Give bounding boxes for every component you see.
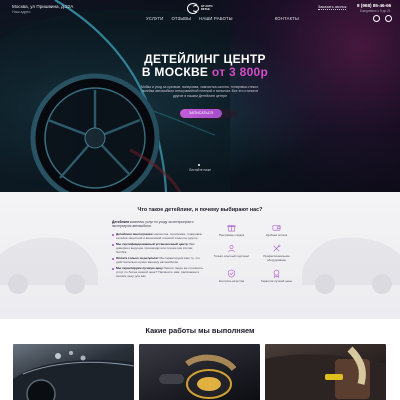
- gift-icon: [227, 225, 236, 232]
- address-caption: Наш адрес: [12, 9, 31, 14]
- feature-label: Только опытный персонал: [213, 254, 250, 259]
- feature-quality: Контроль качества: [209, 269, 254, 283]
- list-item: Мы сертифицированный установочный центр …: [112, 242, 204, 255]
- list-item: Оплата только за результат Мы гарантируе…: [112, 256, 204, 265]
- wallet-icon: [272, 224, 281, 231]
- feature-label: Профессиональное оборудование: [263, 254, 290, 262]
- feature-discounts: Программы скидок: [209, 223, 254, 237]
- address-text: Москва, ул Пришвина, д.22А: [12, 4, 74, 9]
- feature-label: Программы скидок: [218, 233, 245, 237]
- feature-staff: Только опытный персонал: [209, 244, 254, 262]
- logo-text: GT AUTO DETAIL: [201, 5, 213, 11]
- hero-section: Москва, ул Пришвина, д.22А Наш адрес УСЛ…: [0, 0, 400, 192]
- car-wash-image: [13, 351, 134, 400]
- badge-icon: [273, 270, 280, 278]
- reasons-list: Детейлинг многогранен химчистка, полиров…: [112, 232, 204, 281]
- working-hours: Ежедневно с 9 до 21: [360, 9, 391, 13]
- nav-item-reviews[interactable]: ОТЗЫВЫ: [171, 16, 191, 21]
- why-us-title: Что такое детейлинг, и почему выбирают н…: [137, 207, 263, 213]
- why-us-section: Что такое детейлинг, и почему выбирают н…: [0, 192, 400, 319]
- list-item: Детейлинг многогранен химчистка, полиров…: [112, 232, 204, 241]
- bullet-icon: [112, 234, 114, 237]
- signup-button[interactable]: ЗАПИСАТЬСЯ: [180, 109, 222, 118]
- feature-best-price: Гарантия лучшей цены: [254, 269, 299, 283]
- background-car-left-image: [0, 237, 98, 294]
- phone-number[interactable]: 8 (968) 85-46-66: [357, 3, 391, 8]
- bullet-icon: [112, 258, 114, 260]
- nav-item-works[interactable]: НАШИ РАБОТЫ: [199, 16, 233, 21]
- hero-title: ДЕТЕЙЛИНГ ЦЕНТР В МОСКВЕ от 3 800р: [130, 53, 280, 79]
- hero-description: Мойка и уход за кузовом, полировка, химч…: [140, 85, 260, 98]
- polishing-image: [159, 354, 237, 399]
- list-item: Мы гарантируем лучшую цену Нашли такую ж…: [112, 266, 204, 279]
- feature-payment: Удобная оплата: [254, 223, 299, 237]
- features-grid: Программы скидок Удобная оплата Только о…: [209, 223, 299, 284]
- feature-equipment: Профессиональное оборудование: [254, 244, 299, 262]
- hero-price: от 3 800р: [211, 65, 269, 79]
- shield-icon: [228, 269, 235, 278]
- hero-title-line1: ДЕТЕЙЛИНГ ЦЕНТР: [144, 52, 266, 66]
- top-bar: Москва, ул Пришвина, д.22А Наш адрес УСЛ…: [0, 0, 400, 26]
- nav-item-contacts[interactable]: КОНТАКТЫ: [275, 16, 299, 21]
- address-block: Москва, ул Пришвина, д.22А Наш адрес: [12, 4, 73, 15]
- hero-title-line2: В МОСКВЕ: [141, 65, 209, 79]
- works-section: Какие работы мы выполняем: [0, 319, 400, 400]
- bullet-icon: [112, 244, 114, 247]
- work-photo-polishing[interactable]: [139, 344, 260, 400]
- work-photo-interior[interactable]: [265, 344, 386, 400]
- work-photo-wash[interactable]: [13, 344, 134, 400]
- whatsapp-icon[interactable]: [373, 15, 380, 22]
- feature-label: Удобная оплата: [265, 233, 288, 237]
- feature-label: Контроль качества: [218, 279, 245, 284]
- feature-label: Гарантия лучшей цены: [260, 279, 293, 284]
- works-title: Какие работы мы выполняем: [145, 326, 255, 335]
- background-car-right-image: [302, 237, 400, 294]
- user-icon: [228, 245, 235, 253]
- nav-item-services[interactable]: УСЛУГИ: [146, 16, 163, 21]
- bullet-icon: [112, 268, 114, 270]
- main-nav: УСЛУГИ ОТЗЫВЫ НАШИ РАБОТЫ КОНТАКТЫ: [146, 16, 299, 21]
- telegram-icon[interactable]: [385, 15, 392, 22]
- scroll-hint[interactable]: Листайте ниже: [189, 168, 211, 172]
- scroll-indicator-icon: [198, 164, 200, 166]
- logo-mark-inner: [192, 5, 199, 12]
- site-logo[interactable]: GT AUTO DETAIL: [187, 3, 213, 15]
- detailing-definition: Детейлинг комплекс услуг по уходу за инт…: [112, 220, 204, 228]
- callback-link[interactable]: Заказать звонок: [318, 5, 347, 10]
- interior-cleaning-image: [265, 346, 386, 400]
- tools-icon: [273, 245, 281, 252]
